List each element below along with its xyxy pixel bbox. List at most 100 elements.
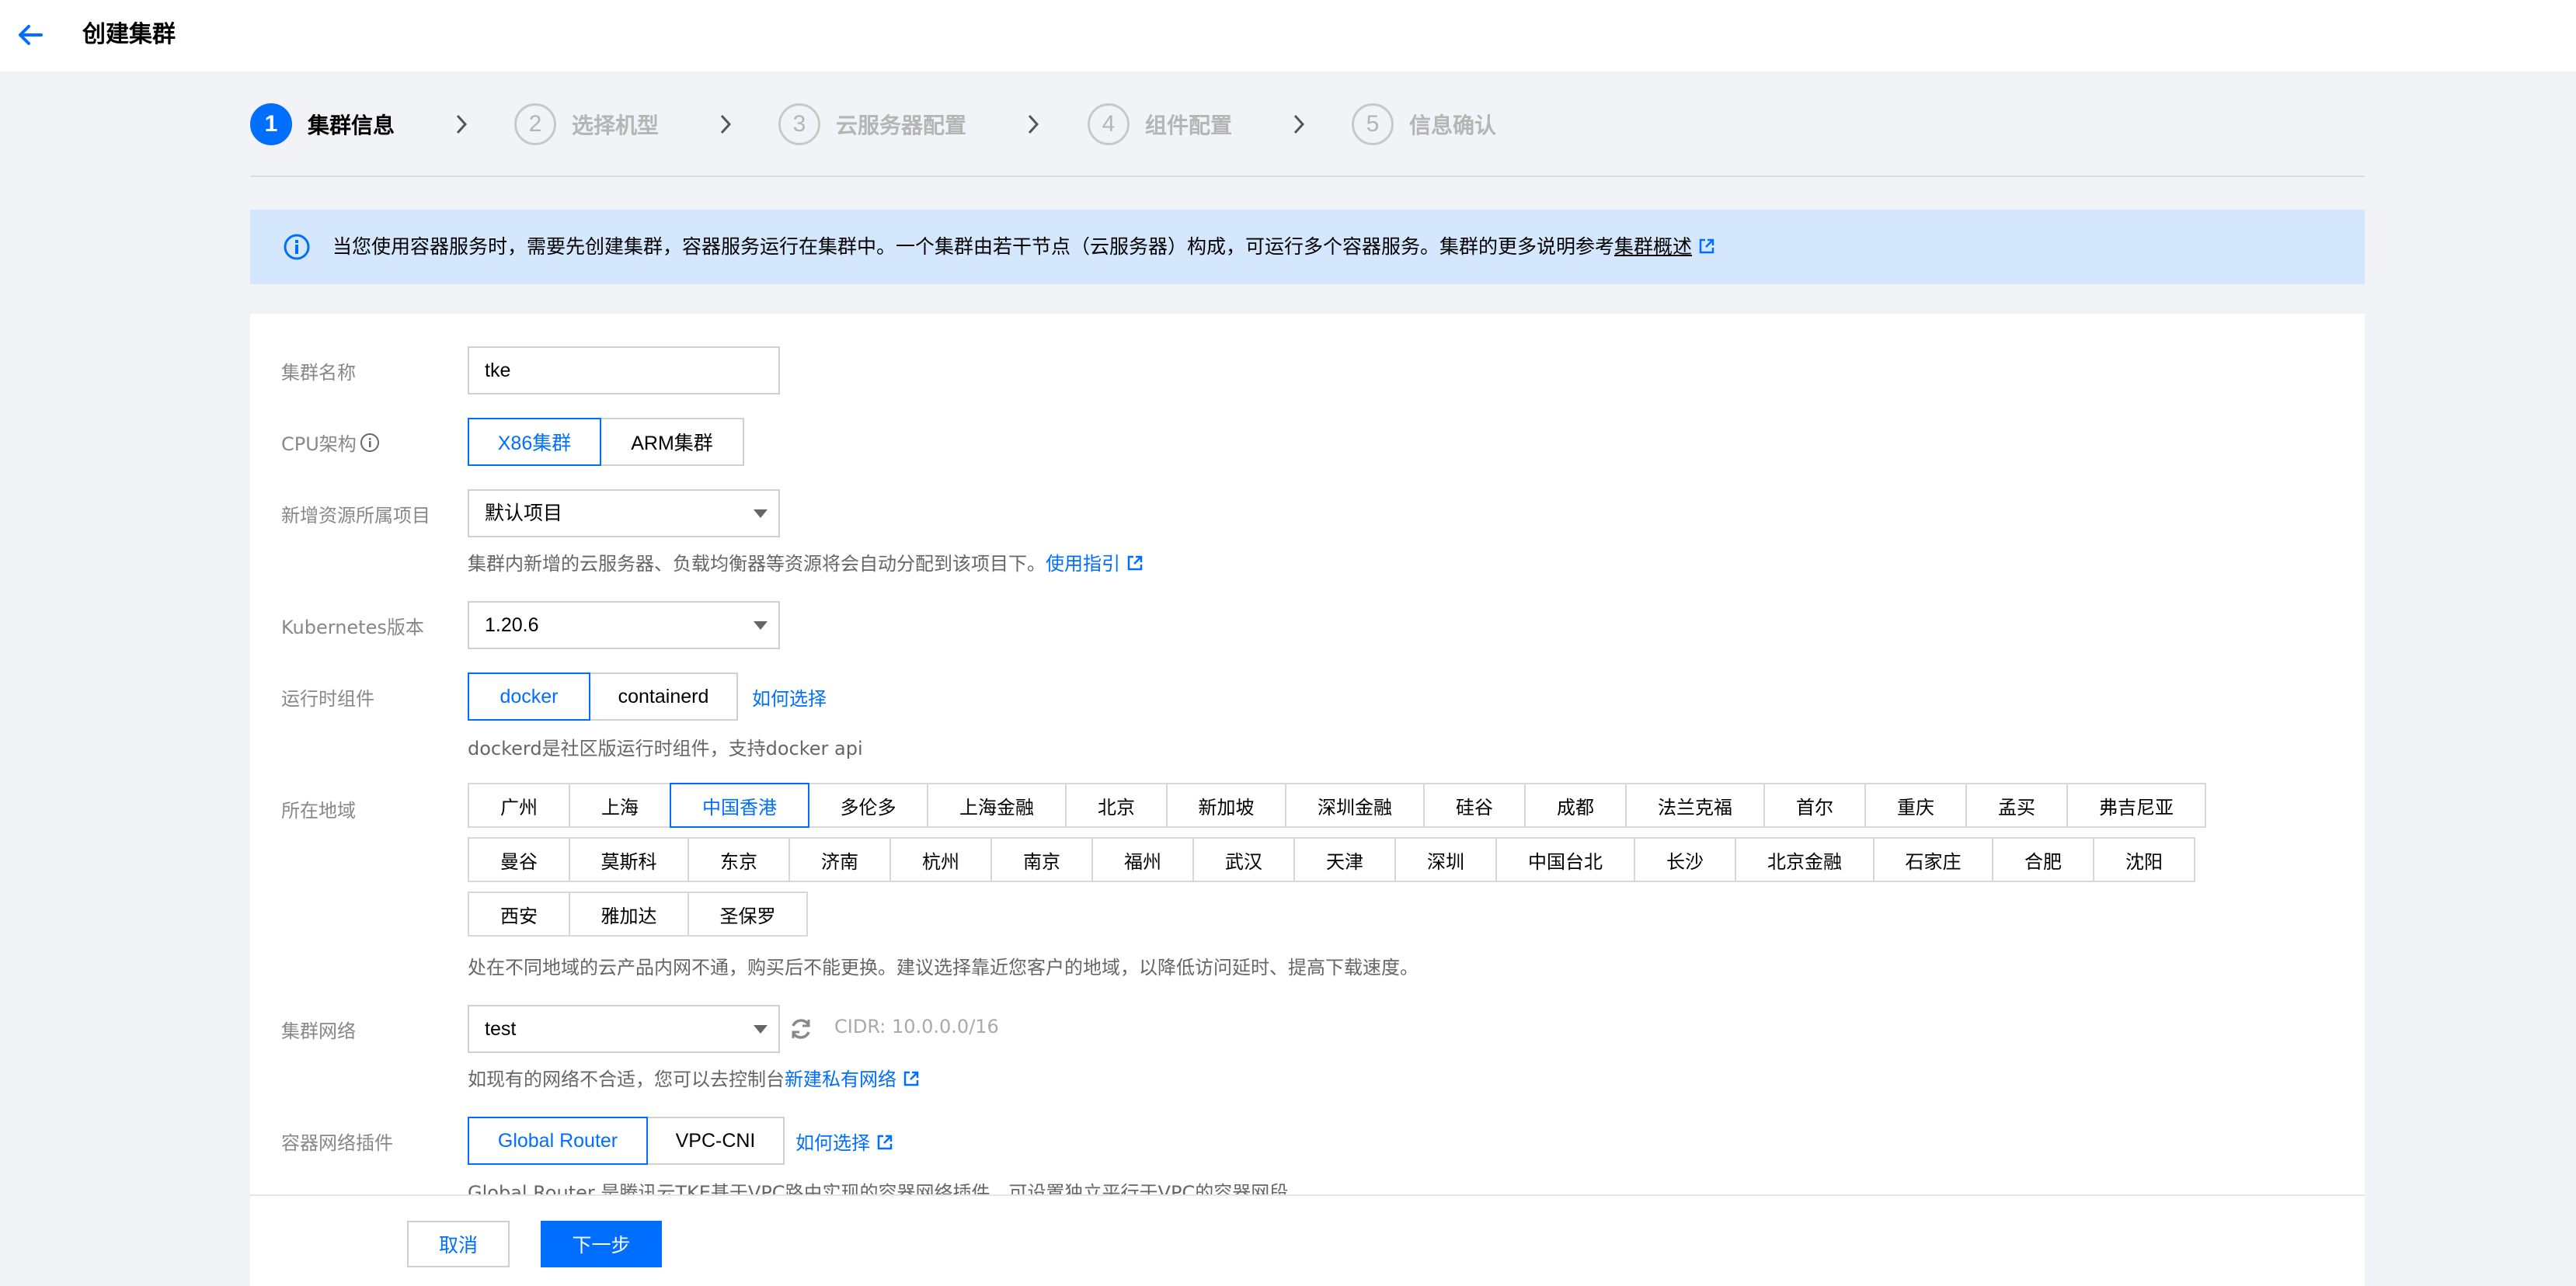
step-3: 3 云服务器配置 (778, 99, 966, 149)
arm-cluster-option[interactable]: ARM集群 (600, 418, 744, 466)
caret-down-icon (754, 621, 768, 630)
region-option[interactable]: 中国香港 (670, 783, 809, 828)
footer-bar: 取消 下一步 (250, 1194, 2365, 1286)
cni-global-router-option[interactable]: Global Router (468, 1117, 648, 1165)
cluster-name-input[interactable]: tke (468, 346, 780, 394)
external-link-icon[interactable] (876, 1134, 893, 1151)
k8s-version-select[interactable]: 1.20.6 (468, 601, 780, 649)
k8s-version-value: 1.20.6 (485, 614, 539, 636)
info-banner: 当您使用容器服务时，需要先创建集群，容器服务运行在集群中。一个集群由若干节点（云… (250, 210, 2365, 284)
cpu-arch-label-row: CPU架构 (281, 429, 380, 456)
chevron-right-icon (710, 109, 741, 140)
region-option[interactable]: 中国台北 (1495, 837, 1635, 882)
region-option[interactable]: 硅谷 (1423, 783, 1526, 828)
step-1: 1 集群信息 (250, 99, 395, 149)
region-option[interactable]: 深圳金融 (1285, 783, 1425, 828)
region-option[interactable]: 沈阳 (2093, 837, 2195, 882)
region-option[interactable]: 武汉 (1192, 837, 1295, 882)
page-title: 创建集群 (82, 21, 176, 48)
region-label: 所在地域 (281, 800, 356, 822)
region-option[interactable]: 曼谷 (468, 837, 570, 882)
cni-vpc-cni-option[interactable]: VPC-CNI (646, 1117, 785, 1165)
region-option[interactable]: 西安 (468, 892, 570, 937)
step-indicator: 1 集群信息 2 选择机型 3 云服务器配置 4 组件配置 5 信息确认 (250, 99, 2363, 149)
external-link-icon[interactable] (903, 1070, 920, 1087)
chevron-right-icon (446, 109, 477, 140)
step-4-number: 4 (1088, 103, 1130, 145)
region-option[interactable]: 北京 (1065, 783, 1168, 828)
caret-down-icon (754, 509, 768, 518)
chevron-right-icon (1018, 109, 1049, 140)
region-option[interactable]: 福州 (1091, 837, 1194, 882)
project-select[interactable]: 默认项目 (468, 489, 780, 537)
region-option[interactable]: 天津 (1293, 837, 1396, 882)
usage-guide-link[interactable]: 使用指引 (1046, 553, 1120, 575)
k8s-version-label: Kubernetes版本 (281, 617, 424, 638)
network-select-value: test (485, 1018, 517, 1040)
step-4-label: 组件配置 (1145, 113, 1233, 138)
region-option[interactable]: 圣保罗 (688, 892, 808, 937)
network-help: 如现有的网络不合适，您可以去控制台新建私有网络 (468, 1064, 920, 1091)
region-option[interactable]: 北京金融 (1735, 837, 1875, 882)
form-panel: 集群名称 tke CPU架构 X86集群 ARM集群 新增资源所属项目 默认项目… (250, 314, 2365, 1286)
step-5-label: 信息确认 (1409, 113, 1497, 138)
project-select-value: 默认项目 (485, 502, 563, 524)
cancel-button[interactable]: 取消 (407, 1221, 510, 1267)
region-option[interactable]: 上海 (569, 783, 671, 828)
region-option[interactable]: 孟买 (1965, 783, 2068, 828)
step-4: 4 组件配置 (1088, 99, 1232, 149)
external-link-icon[interactable] (1126, 554, 1144, 572)
step-3-number: 3 (778, 103, 820, 145)
region-option[interactable]: 杭州 (889, 837, 992, 882)
project-label: 新增资源所属项目 (281, 505, 430, 527)
info-banner-message: 当您使用容器服务时，需要先创建集群，容器服务运行在集群中。一个集群由若干节点（云… (332, 235, 1615, 258)
caret-down-icon (754, 1025, 768, 1034)
project-help: 集群内新增的云服务器、负载均衡器等资源将会自动分配到该项目下。使用指引 (468, 548, 1144, 575)
region-option[interactable]: 重庆 (1864, 783, 1967, 828)
region-option[interactable]: 成都 (1524, 783, 1627, 828)
runtime-containerd-option[interactable]: containerd (589, 673, 738, 721)
region-option[interactable]: 莫斯科 (569, 837, 689, 882)
region-option[interactable]: 济南 (788, 837, 891, 882)
create-vpc-link[interactable]: 新建私有网络 (785, 1069, 896, 1090)
region-option[interactable]: 广州 (468, 783, 570, 828)
region-option[interactable]: 长沙 (1634, 837, 1736, 882)
info-icon (283, 233, 311, 261)
step-2-label: 选择机型 (572, 113, 660, 138)
region-option[interactable]: 东京 (688, 837, 790, 882)
cni-how-to-choose-link[interactable]: 如何选择 (795, 1132, 870, 1154)
runtime-label: 运行时组件 (281, 688, 374, 710)
back-arrow-icon[interactable] (11, 16, 50, 54)
step-1-label: 集群信息 (308, 113, 395, 138)
region-option[interactable]: 弗吉尼亚 (2066, 783, 2206, 828)
cluster-overview-link[interactable]: 集群概述 (1614, 235, 1692, 258)
step-3-label: 云服务器配置 (836, 113, 967, 138)
region-option[interactable]: 新加坡 (1166, 783, 1286, 828)
network-select[interactable]: test (468, 1005, 780, 1053)
step-5-number: 5 (1352, 103, 1394, 145)
region-option[interactable]: 合肥 (1992, 837, 2094, 882)
refresh-icon[interactable] (788, 1016, 816, 1044)
info-banner-text: 当您使用容器服务时，需要先创建集群，容器服务运行在集群中。一个集群由若干节点（云… (332, 231, 1715, 262)
steps-divider (250, 176, 2365, 177)
next-step-button[interactable]: 下一步 (541, 1221, 662, 1267)
region-option[interactable]: 首尔 (1763, 783, 1866, 828)
chevron-right-icon (1283, 109, 1314, 140)
runtime-how-to-choose-link[interactable]: 如何选择 (752, 683, 827, 711)
region-option[interactable]: 石家庄 (1873, 837, 1993, 882)
region-option[interactable]: 法兰克福 (1625, 783, 1765, 828)
network-label: 集群网络 (281, 1020, 356, 1042)
step-5: 5 信息确认 (1352, 99, 1496, 149)
region-option[interactable]: 上海金融 (927, 783, 1067, 828)
cluster-name-label: 集群名称 (281, 362, 356, 384)
network-help-text: 如现有的网络不合适，您可以去控制台 (468, 1069, 785, 1090)
step-2-number: 2 (514, 103, 556, 145)
runtime-docker-option[interactable]: docker (468, 673, 590, 721)
region-option[interactable]: 深圳 (1394, 837, 1497, 882)
x86-cluster-option[interactable]: X86集群 (468, 418, 601, 466)
info-icon[interactable] (360, 433, 380, 453)
region-option[interactable]: 雅加达 (569, 892, 689, 937)
region-option[interactable]: 南京 (990, 837, 1093, 882)
region-option[interactable]: 多伦多 (808, 783, 928, 828)
external-link-icon[interactable] (1698, 233, 1715, 254)
